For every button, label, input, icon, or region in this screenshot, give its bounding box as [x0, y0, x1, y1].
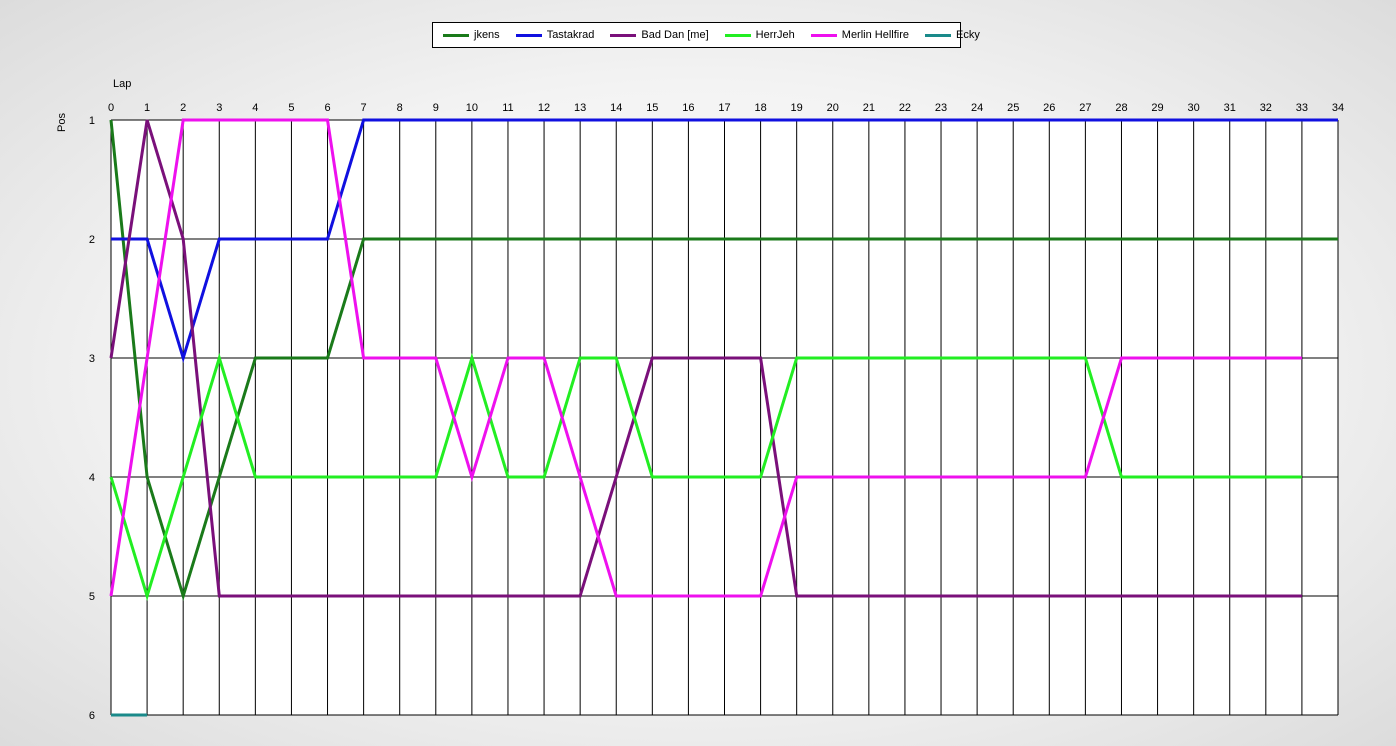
legend-label: Bad Dan [me]: [641, 29, 709, 41]
x-tick-label: 23: [935, 102, 947, 114]
x-tick-label: 9: [433, 102, 439, 114]
legend-label: Ecky: [956, 29, 980, 41]
x-tick-label: 11: [502, 102, 513, 114]
x-tick-label: 34: [1332, 102, 1344, 114]
position-chart: 0 1 2 3 4 5 6 7 8 9 10 11 12 13 14 15 16 17 18 19 20 21 22 23 24…: [56, 78, 1344, 722]
legend-swatch: [610, 33, 637, 37]
legend-label: Merlin Hellfire: [841, 29, 910, 41]
x-tick-label: 6: [324, 102, 330, 114]
legend-item: HerrJeh: [724, 29, 795, 41]
legend-swatch: [443, 33, 469, 37]
x-axis-label: Lap: [113, 78, 131, 90]
x-tick-label: 22: [899, 102, 911, 114]
x-tick-label: 16: [682, 102, 694, 114]
x-tick-label: 15: [646, 102, 658, 114]
x-tick-label: 10: [466, 102, 478, 114]
y-tick-label: 3: [89, 353, 95, 365]
legend-swatch: [515, 33, 542, 37]
x-tick-label: 19: [791, 102, 803, 114]
x-tick-label: 2: [180, 102, 186, 114]
x-tick-label: 28: [1115, 102, 1127, 114]
y-tick-label: 2: [89, 234, 95, 246]
x-tick-label: 18: [754, 102, 766, 114]
x-tick-label: 8: [397, 102, 403, 114]
x-tick-label: 31: [1224, 102, 1236, 114]
x-tick-label: 17: [718, 102, 730, 114]
x-tick-label: 3: [216, 102, 222, 114]
x-tick-labels: 0 1 2 3 4 5 6 7 8 9 10 11 12 13 14 15 16 17 18 19 20 21 22 23 24…: [108, 102, 1344, 114]
legend-swatch: [724, 33, 751, 37]
legend-item: Ecky: [925, 29, 980, 41]
y-tick-label: 1: [89, 115, 95, 127]
y-tick-labels: 1 2 3 4 5 6: [89, 115, 95, 722]
legend-item: jkens: [443, 29, 500, 41]
x-tick-label: 33: [1296, 102, 1308, 114]
x-tick-label: 26: [1043, 102, 1055, 114]
x-tick-label: 1: [144, 102, 150, 114]
x-tick-label: 20: [827, 102, 839, 114]
legend-label: jkens: [474, 29, 500, 41]
x-tick-label: 13: [574, 102, 586, 114]
x-tick-label: 21: [863, 102, 875, 114]
legend-label: HerrJeh: [755, 29, 795, 41]
x-tick-label: 24: [971, 102, 983, 114]
x-tick-label: 4: [252, 102, 258, 114]
x-tick-label: 27: [1079, 102, 1091, 114]
x-tick-label: 7: [361, 102, 367, 114]
y-axis-label: Pos: [56, 113, 68, 132]
x-tick-label: 25: [1007, 102, 1019, 114]
legend-swatch: [925, 33, 952, 37]
x-tick-label: 30: [1188, 102, 1200, 114]
x-tick-label: 0: [108, 102, 114, 114]
x-tick-label: 14: [610, 102, 622, 114]
legend-item: Tastakrad: [515, 29, 595, 41]
x-tick-label: 12: [538, 102, 550, 114]
x-tick-label: 29: [1151, 102, 1163, 114]
y-tick-label: 5: [89, 591, 95, 603]
legend-item: Bad Dan [me]: [610, 29, 709, 41]
y-tick-label: 4: [89, 472, 95, 484]
y-tick-label: 6: [89, 710, 95, 722]
x-tick-label: 5: [288, 102, 294, 114]
x-tick-label: 32: [1260, 102, 1272, 114]
legend-swatch: [810, 33, 837, 37]
legend-item: Merlin Hellfire: [810, 29, 910, 41]
legend-label: Tastakrad: [546, 29, 595, 41]
legend: jkens Tastakrad Bad Dan [me] HerrJeh Merlin …: [432, 22, 980, 48]
